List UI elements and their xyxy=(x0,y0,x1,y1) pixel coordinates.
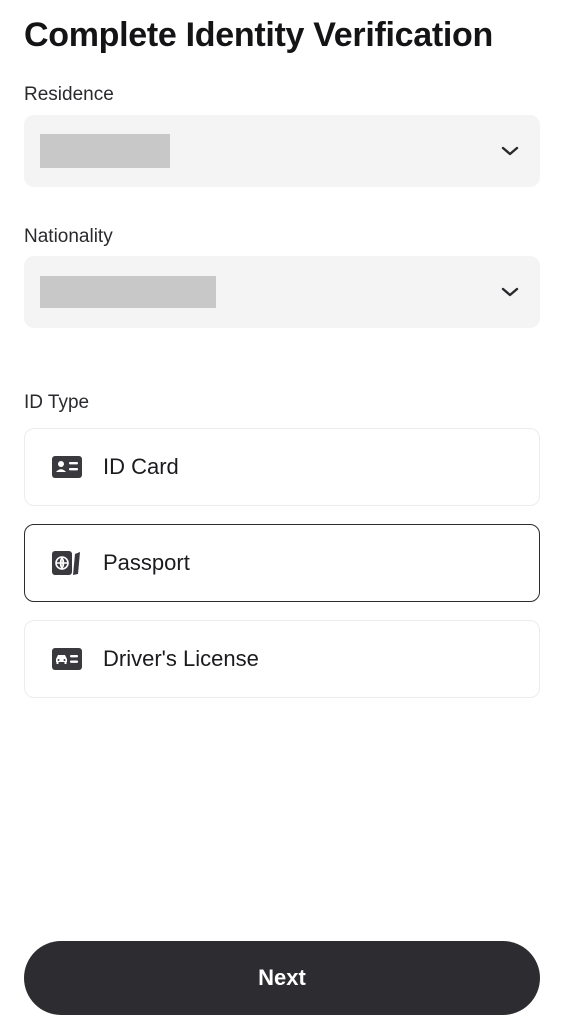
passport-icon xyxy=(51,550,83,576)
nationality-label: Nationality xyxy=(24,226,113,247)
id-type-option-label: Passport xyxy=(103,550,190,575)
identity-verification-page: Complete Identity Verification Residence… xyxy=(0,0,564,1024)
id-type-label: ID Type xyxy=(24,392,90,413)
id-card-icon xyxy=(51,454,83,480)
id-type-option-id-card[interactable]: ID Card xyxy=(24,428,540,506)
next-button[interactable]: Next xyxy=(24,941,540,1015)
nationality-select[interactable] xyxy=(24,256,540,328)
page-title: Complete Identity Verification xyxy=(24,16,493,54)
residence-value-redacted xyxy=(40,134,170,168)
nationality-value-redacted xyxy=(40,276,216,308)
id-type-option-drivers-license[interactable]: Driver's License xyxy=(24,620,540,698)
chevron-down-icon xyxy=(498,139,522,163)
residence-label: Residence xyxy=(24,84,114,105)
id-type-option-label: Driver's License xyxy=(103,646,259,671)
chevron-down-icon xyxy=(498,280,522,304)
drivers-license-icon xyxy=(51,646,83,672)
id-type-option-passport[interactable]: Passport xyxy=(24,524,540,602)
residence-select[interactable] xyxy=(24,115,540,187)
id-type-option-label: ID Card xyxy=(103,454,179,479)
